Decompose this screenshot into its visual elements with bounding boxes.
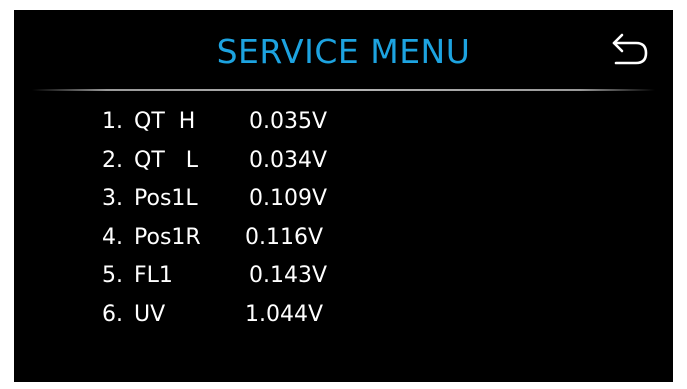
list-item: 1. QT H 0.035V [102, 106, 402, 145]
item-number: 6. [102, 301, 123, 327]
item-name: Pos1R [134, 224, 201, 250]
header-divider [32, 89, 655, 91]
item-value: 1.044V [245, 301, 324, 327]
item-name: UV [134, 301, 166, 327]
list-item: 2. QT L 0.034V [102, 145, 402, 184]
service-screen: SERVICE MENU 1. QT H 0.035V 2. QT L 0.03… [14, 10, 673, 382]
item-value: 0.143V [249, 263, 328, 288]
item-number: 2. [102, 147, 123, 173]
list-item: 6. UV 1.044V [102, 299, 402, 338]
item-name: QT L [134, 147, 198, 173]
list-item: 4. Pos1R 0.116V [102, 222, 402, 261]
item-value: 0.109V [249, 186, 328, 211]
list-item: 3. Pos1L 0.109V [102, 183, 402, 222]
list-item: 5. FL1 0.143V [102, 260, 402, 299]
item-name: Pos1L [134, 186, 198, 211]
item-value: 0.035V [249, 109, 328, 134]
item-number: 1. [102, 109, 123, 134]
back-button[interactable] [606, 27, 654, 75]
item-number: 5. [102, 263, 123, 288]
readings-list: 1. QT H 0.035V 2. QT L 0.034V 3. Pos1L 0… [102, 106, 402, 337]
item-name: QT H [134, 109, 196, 134]
item-name: FL1 [134, 263, 173, 288]
undo-arrow-icon [612, 33, 648, 65]
page-title: SERVICE MENU [216, 32, 471, 71]
item-number: 4. [102, 224, 123, 250]
item-number: 3. [102, 186, 123, 211]
item-value: 0.034V [249, 147, 328, 173]
item-value: 0.116V [245, 224, 324, 250]
